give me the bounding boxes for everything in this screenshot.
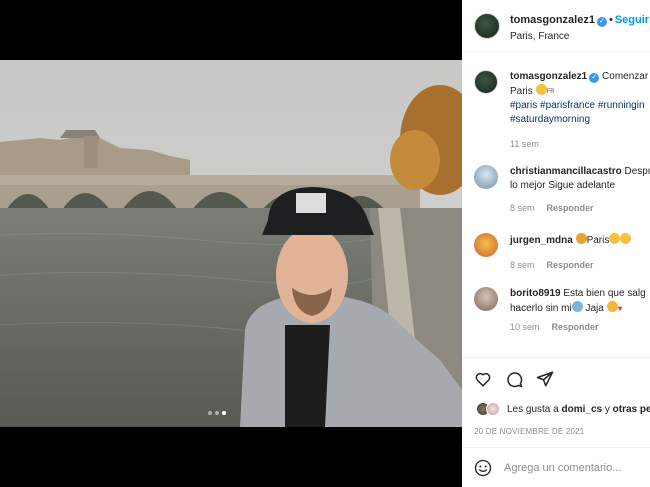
comment-username[interactable]: christianmancillacastro: [510, 166, 622, 177]
separator-dot: •: [608, 13, 613, 26]
caption-hashtags-2[interactable]: #saturdaymorning: [510, 113, 650, 127]
liker-avatar: [486, 402, 500, 416]
follow-button[interactable]: Seguir: [615, 14, 649, 26]
liker-avatars: [476, 402, 502, 416]
comment-text-line2: lo mejor Sigue adelante: [510, 179, 616, 191]
post-date[interactable]: 20 DE NOVIEMBRE DE 2021: [474, 427, 584, 436]
smile-emoji-icon: [606, 300, 618, 312]
comment-text-line2: hacerlo sin mi: [510, 302, 572, 314]
caption-time[interactable]: 11 sem: [510, 139, 539, 149]
caption-text: Comenzar: [602, 71, 649, 82]
comment-text: Paris: [586, 235, 610, 246]
reply-button[interactable]: Responder: [547, 260, 594, 270]
heart-eyes-emoji-icon: [535, 83, 547, 95]
caption-city: Paris: [510, 85, 533, 97]
carousel-indicator: [208, 411, 226, 415]
likes-summary[interactable]: Les gusta a domi_cs y otras pe: [476, 402, 650, 416]
heart-eyes-emoji-icon: [609, 233, 621, 244]
heart-icon[interactable]: [474, 370, 492, 388]
emoji-icon[interactable]: [474, 459, 492, 477]
comment-avatar[interactable]: [474, 287, 498, 311]
likes-user[interactable]: domi_cs: [562, 404, 603, 415]
comment-avatar[interactable]: [474, 233, 498, 257]
comment-item: borito8919 Esta bien que salg hacerlo si…: [474, 287, 650, 335]
comment-icon[interactable]: [505, 370, 523, 388]
author-avatar[interactable]: [474, 12, 500, 39]
comment-text: Despu: [624, 166, 650, 177]
comment-avatar[interactable]: [474, 165, 498, 189]
reply-button[interactable]: Responder: [547, 203, 594, 213]
comments-list[interactable]: tomasgonzalez1 ✓ Comenzar Paris FR #paris…: [462, 52, 650, 357]
likes-conj: y: [604, 403, 610, 415]
likes-prefix: Les gusta a: [507, 403, 559, 415]
verified-icon: ✓: [589, 73, 600, 83]
carousel-dot: [215, 411, 219, 415]
post-side-panel: tomasgonzalez1 ✓ • Seguir Paris, France tom…: [462, 0, 650, 487]
reply-button[interactable]: Responder: [552, 322, 599, 332]
photo-image: [0, 60, 462, 427]
caption-username[interactable]: tomasgonzalez1: [510, 71, 587, 82]
caption-row: tomasgonzalez1 ✓ Comenzar Paris FR #paris…: [474, 70, 650, 152]
comment-item: jurgen_mdna Paris 8 sem Responder: [474, 233, 650, 272]
comment-text-laugh: Jaja: [585, 302, 604, 314]
share-icon[interactable]: [536, 370, 554, 388]
comment-time[interactable]: 8 sem: [510, 260, 535, 270]
caption-hashtags[interactable]: #paris #parisfrance #runningin: [510, 99, 650, 113]
tiger-emoji-icon: [575, 233, 587, 244]
action-bar: [474, 370, 554, 388]
caption-avatar[interactable]: [474, 70, 498, 94]
comment-time[interactable]: 10 sem: [510, 322, 540, 332]
heart-emoji-icon: ♥: [617, 303, 623, 313]
post-media-pane: [0, 0, 462, 487]
comment-time[interactable]: 8 sem: [510, 203, 535, 213]
flag-fr-icon: FR: [546, 88, 555, 95]
comment-input[interactable]: Agrega un comentario...: [504, 462, 621, 474]
comment-username[interactable]: jurgen_mdna: [510, 235, 573, 246]
comment-username[interactable]: borito8919: [510, 288, 561, 299]
verified-icon: ✓: [596, 16, 607, 27]
post-actions-area: Les gusta a domi_cs y otras pe 20 DE NOV…: [462, 357, 650, 487]
carousel-dot-active: [222, 411, 226, 415]
author-username[interactable]: tomasgonzalez1: [510, 14, 595, 26]
comment-text: Esta bien que salg: [563, 288, 646, 299]
crying-emoji-icon: [571, 300, 583, 312]
carousel-dot: [208, 411, 212, 415]
comment-item: christianmancillacastro Despu lo mejor S…: [474, 165, 650, 216]
add-comment-bar: Agrega un comentario...: [462, 447, 650, 487]
heart-eyes-emoji-icon: [620, 233, 632, 244]
post-header: tomasgonzalez1 ✓ • Seguir Paris, France: [462, 0, 650, 52]
post-location[interactable]: Paris, France: [510, 31, 649, 42]
likes-others[interactable]: otras pe: [613, 404, 650, 415]
post-photo[interactable]: [0, 60, 462, 427]
